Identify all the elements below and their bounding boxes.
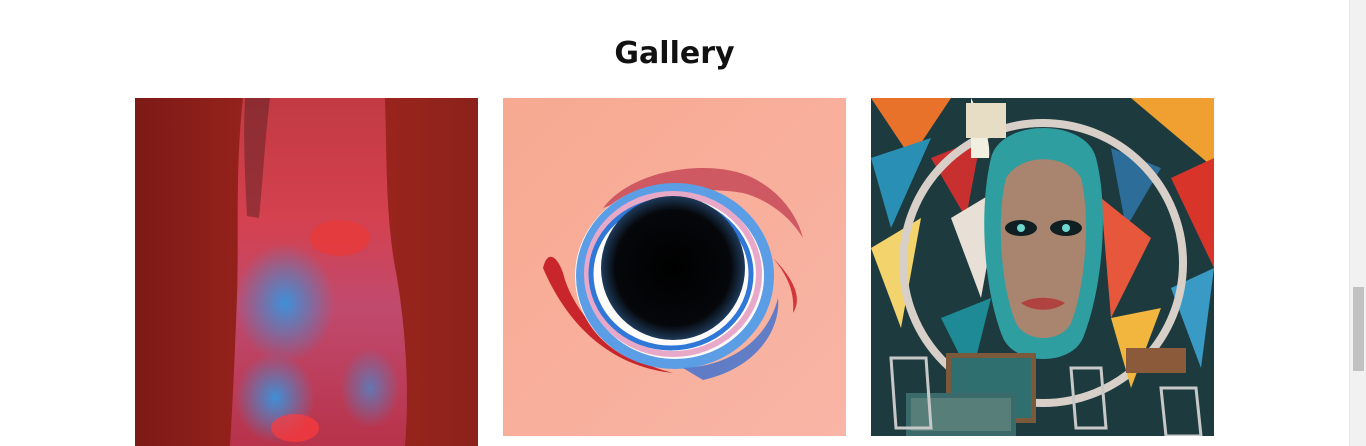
page: Gallery: [0, 0, 1366, 446]
painted-arm-photo-icon: [135, 98, 478, 446]
graffiti-face-mural-icon: [871, 98, 1214, 436]
black-hole-swirl-art-icon: [503, 98, 846, 436]
gallery-image-black-hole-swirl[interactable]: [503, 98, 846, 436]
scrollbar-thumb[interactable]: [1353, 287, 1364, 371]
gallery-image-graffiti-mural[interactable]: [871, 98, 1214, 436]
gallery-title: Gallery: [614, 36, 735, 71]
gallery-image-painted-arm[interactable]: [135, 98, 478, 446]
gallery-section: Gallery: [0, 0, 1349, 446]
vertical-scrollbar[interactable]: [1349, 0, 1366, 446]
